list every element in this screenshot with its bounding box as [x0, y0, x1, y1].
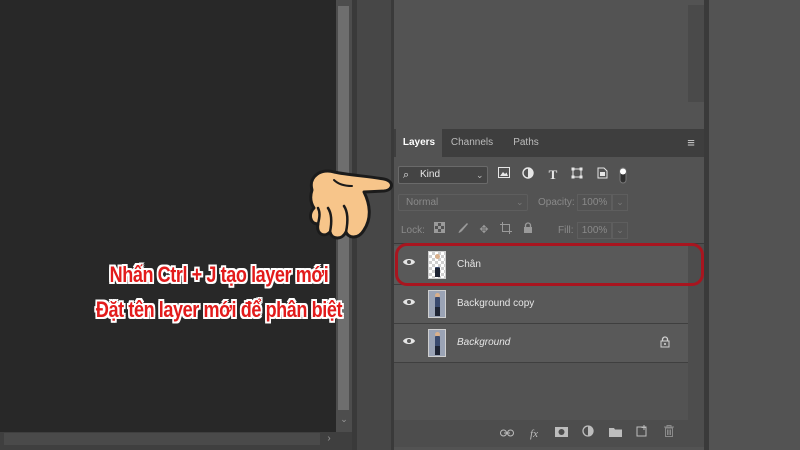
highlight-outline: [395, 243, 704, 286]
scroll-down-arrow-icon[interactable]: ⌄: [338, 413, 350, 425]
layers-footer: [394, 420, 704, 447]
lock-icon: [660, 336, 672, 349]
lock-label: Lock:: [401, 225, 425, 236]
chevron-down-icon: ⌄: [516, 197, 524, 207]
pointing-hand-icon: [298, 162, 402, 246]
filter-toggle-switch[interactable]: [619, 167, 627, 184]
tab-layers[interactable]: Layers: [396, 129, 442, 157]
type-filter-icon[interactable]: T: [545, 167, 561, 183]
lock-transparent-pixels-icon[interactable]: [431, 222, 447, 239]
lock-position-icon[interactable]: ✥: [476, 222, 492, 239]
smart-object-filter-icon[interactable]: [594, 167, 610, 183]
new-layer-icon[interactable]: [633, 425, 651, 443]
annotation-line-2: Đặt tên layer mới để phân biệt: [95, 297, 343, 322]
canvas-horizontal-scroll-thumb[interactable]: [4, 433, 320, 445]
opacity-dropdown-icon[interactable]: ⌄: [612, 194, 628, 211]
panel-menu-icon[interactable]: ≡: [682, 134, 700, 152]
layer-row-background-copy[interactable]: Background copy: [394, 285, 688, 324]
annotation-line-1: Nhấn Ctrl + J tạo layer mới: [109, 262, 329, 287]
tab-paths[interactable]: Paths: [506, 129, 546, 157]
opacity-field[interactable]: 100%: [577, 194, 612, 211]
link-layers-icon[interactable]: [498, 425, 516, 443]
eye-icon[interactable]: [402, 336, 418, 352]
layer-name[interactable]: Background: [457, 337, 510, 348]
chevron-down-icon: ⌄: [476, 170, 484, 180]
delete-layer-icon[interactable]: [660, 425, 678, 443]
scroll-right-arrow-icon[interactable]: ›: [322, 432, 336, 446]
adjustment-filter-icon[interactable]: [520, 167, 536, 183]
add-mask-icon[interactable]: [552, 425, 570, 443]
adjustment-layer-icon[interactable]: [579, 425, 597, 443]
upper-panel-scrollbar[interactable]: [688, 5, 704, 102]
layer-name[interactable]: Background copy: [457, 298, 534, 309]
new-group-icon[interactable]: [606, 425, 624, 443]
fill-dropdown-icon[interactable]: ⌄: [612, 222, 628, 239]
image-filter-icon[interactable]: [496, 167, 512, 183]
lock-artboard-icon[interactable]: [498, 222, 514, 239]
fill-field[interactable]: 100%: [577, 222, 612, 239]
tab-channels[interactable]: Channels: [444, 129, 500, 157]
blend-mode-value: Normal: [406, 197, 439, 208]
eye-icon[interactable]: [402, 297, 418, 313]
fill-label: Fill:: [558, 225, 574, 236]
layer-row-background[interactable]: Background: [394, 324, 688, 363]
opacity-label: Opacity:: [538, 197, 575, 208]
filter-kind-label: Kind: [420, 169, 441, 180]
upper-panel: [394, 5, 704, 128]
shape-filter-icon[interactable]: [569, 167, 585, 183]
fx-icon[interactable]: fx: [525, 425, 543, 443]
lock-image-pixels-icon[interactable]: [454, 222, 470, 239]
lock-all-icon[interactable]: [520, 222, 536, 239]
document-canvas[interactable]: [0, 0, 336, 432]
layer-thumbnail: [428, 329, 446, 357]
right-workspace: [709, 0, 800, 450]
layer-thumbnail: [428, 290, 446, 318]
search-icon: ⌕: [403, 169, 410, 181]
